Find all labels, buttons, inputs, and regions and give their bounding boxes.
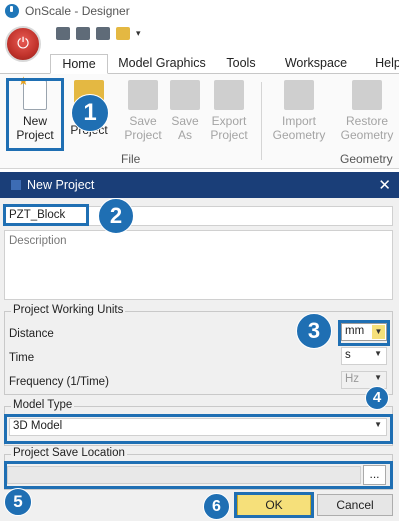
tab-workspace[interactable]: Workspace bbox=[276, 54, 356, 74]
highlight-save-location bbox=[4, 461, 393, 489]
tab-model-graphics[interactable]: Model Graphics bbox=[112, 54, 212, 74]
save-location-legend: Project Save Location bbox=[11, 447, 127, 459]
print-icon[interactable] bbox=[96, 27, 110, 40]
annotation-badge-4: 4 bbox=[365, 386, 389, 410]
highlight-new-project bbox=[6, 78, 64, 151]
annotation-badge-2: 2 bbox=[98, 198, 134, 234]
annotation-badge-1: 1 bbox=[71, 94, 109, 132]
ribbon-tabs: Home Model Graphics Tools Workspace Help bbox=[0, 50, 399, 74]
frequency-label: Frequency (1/Time) bbox=[9, 376, 109, 388]
save-as-label: Save As bbox=[171, 114, 199, 142]
dialog-title-bar: New Project ✕ bbox=[0, 172, 399, 198]
cancel-button[interactable]: Cancel bbox=[317, 494, 393, 516]
dialog-app-icon bbox=[11, 180, 21, 190]
highlight-ok-button bbox=[234, 492, 314, 518]
highlight-project-name bbox=[3, 204, 89, 226]
chevron-down-icon: ▼ bbox=[374, 349, 382, 358]
description-textarea[interactable]: Description bbox=[4, 230, 393, 300]
dialog-title: New Project bbox=[27, 178, 95, 192]
annotation-badge-3: 3 bbox=[296, 313, 332, 349]
tab-tools[interactable]: Tools bbox=[218, 54, 264, 74]
folder-icon[interactable] bbox=[116, 27, 130, 40]
quick-access-toolbar: ▾ bbox=[56, 27, 144, 40]
save-project-label: Save Project bbox=[124, 114, 162, 142]
app-title-bar: OnScale - Designer bbox=[0, 0, 399, 22]
save-disk-icon bbox=[128, 80, 158, 110]
highlight-model-type bbox=[4, 414, 393, 444]
close-icon[interactable]: ✕ bbox=[378, 176, 391, 194]
time-label: Time bbox=[9, 352, 35, 364]
time-unit-value: s bbox=[345, 349, 351, 361]
group-label-geometry: Geometry bbox=[340, 152, 393, 166]
export-project-button[interactable]: Export Project bbox=[206, 80, 252, 142]
restore-geometry-icon bbox=[352, 80, 382, 110]
annotation-badge-5: 5 bbox=[4, 488, 32, 516]
group-label-file: File bbox=[121, 152, 141, 166]
model-type-legend: Model Type bbox=[11, 399, 75, 411]
restore-geometry-label: Restore Geometry bbox=[340, 114, 394, 142]
restore-geometry-button[interactable]: Restore Geometry bbox=[338, 80, 396, 142]
app-title: OnScale - Designer bbox=[25, 4, 130, 18]
chevron-down-icon: ▼ bbox=[374, 373, 382, 382]
save-as-icon bbox=[170, 80, 200, 110]
units-legend: Project Working Units bbox=[11, 304, 126, 316]
highlight-distance-unit bbox=[338, 320, 390, 346]
ribbon-group-separator bbox=[261, 82, 262, 160]
export-project-label: Export Project bbox=[210, 114, 248, 142]
import-geometry-button[interactable]: Import Geometry bbox=[270, 80, 328, 142]
export-icon bbox=[214, 80, 244, 110]
onscale-logo-icon bbox=[5, 4, 19, 18]
import-geometry-label: Import Geometry bbox=[272, 114, 326, 142]
distance-label: Distance bbox=[9, 328, 54, 340]
time-unit-select[interactable]: s ▼ bbox=[341, 347, 387, 365]
save-as-button[interactable]: Save As bbox=[166, 80, 204, 142]
frequency-unit-value: Hz bbox=[345, 373, 360, 385]
customize-dropdown-icon[interactable]: ▾ bbox=[136, 27, 144, 40]
import-geometry-icon bbox=[284, 80, 314, 110]
save-project-button[interactable]: Save Project bbox=[120, 80, 166, 142]
tab-help[interactable]: Help bbox=[368, 54, 399, 74]
save-icon[interactable] bbox=[56, 27, 70, 40]
annotation-badge-6: 6 bbox=[203, 493, 230, 520]
upload-icon[interactable] bbox=[76, 27, 90, 40]
tab-home[interactable]: Home bbox=[50, 54, 108, 74]
